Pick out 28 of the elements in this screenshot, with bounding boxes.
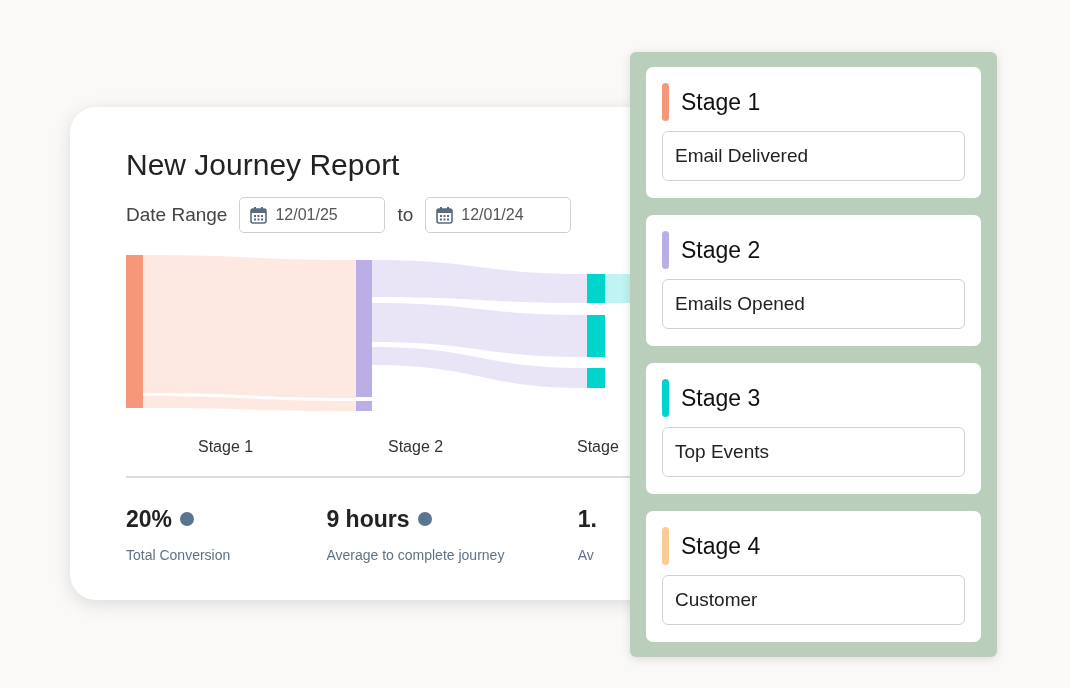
stage-field[interactable]: Emails Opened [662,279,965,329]
stage-field[interactable]: Email Delivered [662,131,965,181]
axis-label: Stage [577,437,619,457]
sankey-node [587,368,605,388]
sankey-node [587,315,605,357]
stage-title: Stage 2 [681,235,761,265]
sankey-node [356,401,372,411]
stage-field[interactable]: Customer [662,575,965,625]
metric-value: 20% [126,505,173,534]
date-field[interactable]: 12/01/25 [239,197,386,233]
metric-caption: Total Conversion [126,545,232,565]
metric-value: 1. [577,505,597,534]
calendar-icon [250,206,268,224]
date-field[interactable]: 12/01/24 [425,197,572,233]
axis-label: Stage 2 [388,437,444,457]
sankey-node [587,274,605,303]
report-title: New Journey Report [126,147,401,183]
to-label: to [397,202,414,227]
axis-label: Stage 1 [198,437,254,457]
date-range-label: Date Range [126,202,228,227]
stage-title: Stage 4 [681,531,761,561]
metric-caption: Average to complete journey [326,545,506,565]
metric-caption: Av [577,545,595,565]
stage-title: Stage 3 [681,383,761,413]
calendar-icon [436,206,454,224]
stage-title: Stage 1 [681,87,761,117]
stage-field[interactable]: Top Events [662,427,965,477]
metric-value: 9 hours [326,505,410,534]
